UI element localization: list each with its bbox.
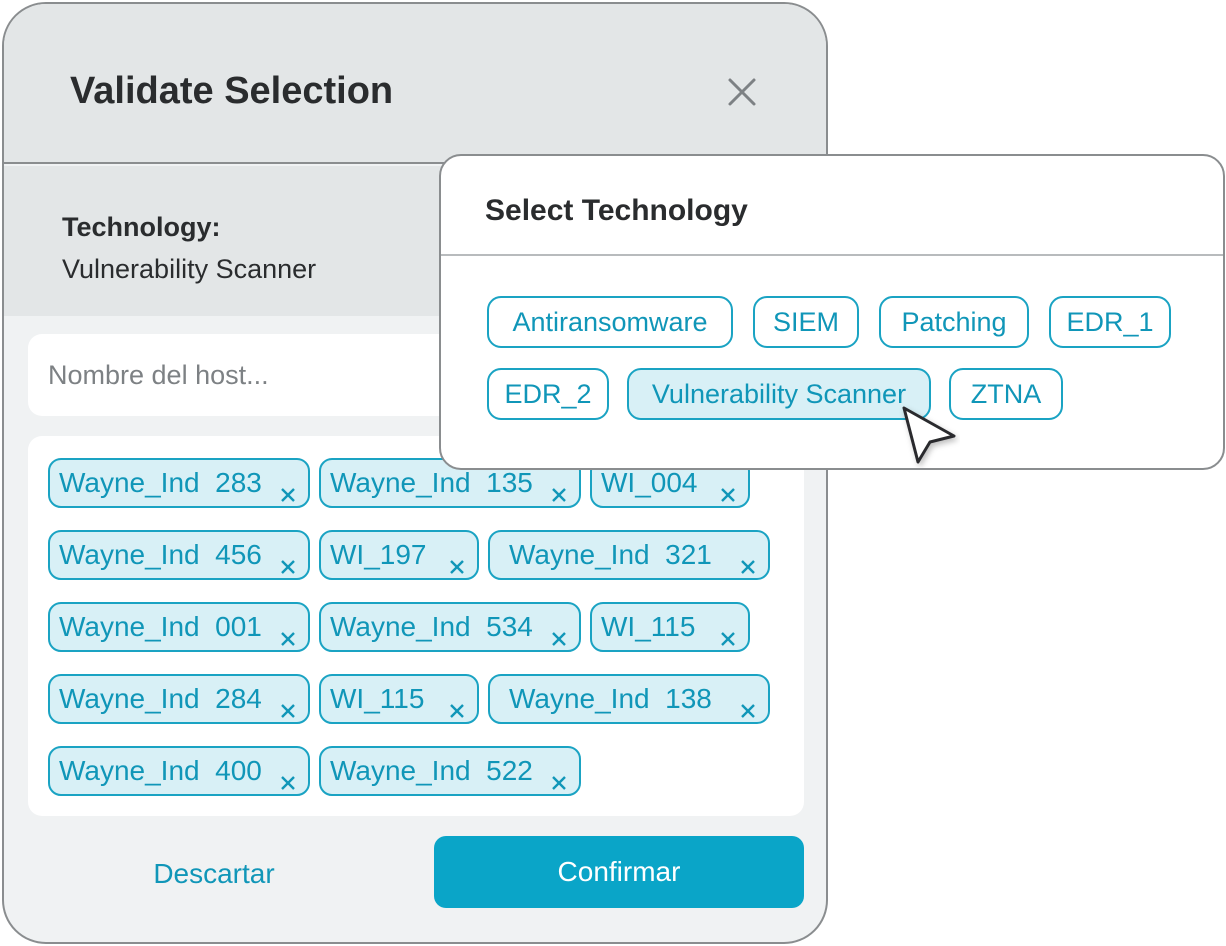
remove-host-button[interactable] — [738, 545, 758, 574]
tech-option-edr-2[interactable]: EDR_2 — [487, 368, 609, 420]
close-small-icon — [721, 632, 735, 646]
remove-host-button[interactable] — [549, 761, 569, 790]
remove-host-button[interactable] — [447, 689, 467, 718]
host-chip-label: Wayne_Ind 284 — [59, 683, 262, 714]
popover-title: Select Technology — [485, 194, 748, 227]
close-small-icon — [552, 776, 566, 790]
close-small-icon — [450, 704, 464, 718]
close-small-icon — [281, 704, 295, 718]
remove-host-button[interactable] — [278, 689, 298, 718]
remove-host-button[interactable] — [278, 473, 298, 502]
remove-host-button[interactable] — [549, 473, 569, 502]
host-chip: Wayne_Ind 522 — [319, 746, 581, 796]
modal-title: Validate Selection — [70, 70, 394, 112]
host-chip-label: Wayne_Ind 283 — [59, 467, 262, 498]
close-icon — [728, 78, 756, 106]
host-chip-label: WI_115 — [330, 683, 425, 714]
host-chip-label: Wayne_Ind 400 — [59, 755, 262, 786]
confirm-button[interactable]: Confirmar — [434, 836, 804, 908]
mouse-pointer-icon — [902, 406, 956, 464]
close-small-icon — [450, 560, 464, 574]
host-chip-label: WI_115 — [601, 611, 696, 642]
tech-option-vulnerability-scanner[interactable]: Vulnerability Scanner — [627, 368, 931, 420]
tech-option-ztna[interactable]: ZTNA — [949, 368, 1063, 420]
host-chip: Wayne_Ind 283 — [48, 458, 310, 508]
host-chip: Wayne_Ind 321 — [488, 530, 770, 580]
close-small-icon — [281, 560, 295, 574]
host-chip-label: Wayne_Ind 534 — [330, 611, 533, 642]
remove-host-button[interactable] — [278, 761, 298, 790]
host-chip-label: Wayne_Ind 001 — [59, 611, 262, 642]
remove-host-button[interactable] — [278, 617, 298, 646]
popover-divider — [441, 254, 1223, 256]
tech-option-antiransomware[interactable]: Antiransomware — [487, 296, 733, 348]
close-small-icon — [552, 632, 566, 646]
technology-value: Vulnerability Scanner — [62, 254, 317, 284]
host-chip: Wayne_Ind 400 — [48, 746, 310, 796]
host-chip: Wayne_Ind 284 — [48, 674, 310, 724]
remove-host-button[interactable] — [718, 617, 738, 646]
close-small-icon — [721, 488, 735, 502]
remove-host-button[interactable] — [738, 689, 758, 718]
host-chip-label: WI_197 — [330, 539, 427, 570]
remove-host-button[interactable] — [549, 617, 569, 646]
remove-host-button[interactable] — [278, 545, 298, 574]
host-chip-label: Wayne_Ind 456 — [59, 539, 262, 570]
close-button[interactable] — [720, 70, 764, 114]
tech-option-patching[interactable]: Patching — [879, 296, 1029, 348]
host-chip: WI_115 — [590, 602, 750, 652]
validate-selection-modal: Validate Selection Technology: Vulnerabi… — [2, 2, 828, 944]
host-chip: WI_197 — [319, 530, 479, 580]
modal-header: Validate Selection — [4, 4, 826, 164]
technology-label: Technology: — [62, 212, 221, 242]
close-small-icon — [741, 704, 755, 718]
remove-host-button[interactable] — [447, 545, 467, 574]
host-chip-label: Wayne_Ind 138 — [509, 683, 712, 714]
tech-option-edr-1[interactable]: EDR_1 — [1049, 296, 1171, 348]
host-chip: Wayne_Ind 001 — [48, 602, 310, 652]
host-chip-label: Wayne_Ind 321 — [509, 539, 712, 570]
tech-option-siem[interactable]: SIEM — [753, 296, 859, 348]
remove-host-button[interactable] — [718, 473, 738, 502]
host-chip-label: Wayne_Ind 522 — [330, 755, 533, 786]
host-chip: Wayne_Ind 138 — [488, 674, 770, 724]
host-chip: Wayne_Ind 456 — [48, 530, 310, 580]
discard-button[interactable]: Descartar — [104, 854, 324, 894]
close-small-icon — [281, 776, 295, 790]
selected-hosts-panel: Wayne_Ind 283 Wayne_Ind 135 WI_004 Wayne… — [28, 436, 804, 816]
select-technology-popover: Select Technology Antiransomware SIEM Pa… — [439, 154, 1225, 470]
close-small-icon — [281, 632, 295, 646]
close-small-icon — [741, 560, 755, 574]
close-small-icon — [281, 488, 295, 502]
close-small-icon — [552, 488, 566, 502]
host-chip: WI_115 — [319, 674, 479, 724]
host-chip: Wayne_Ind 534 — [319, 602, 581, 652]
